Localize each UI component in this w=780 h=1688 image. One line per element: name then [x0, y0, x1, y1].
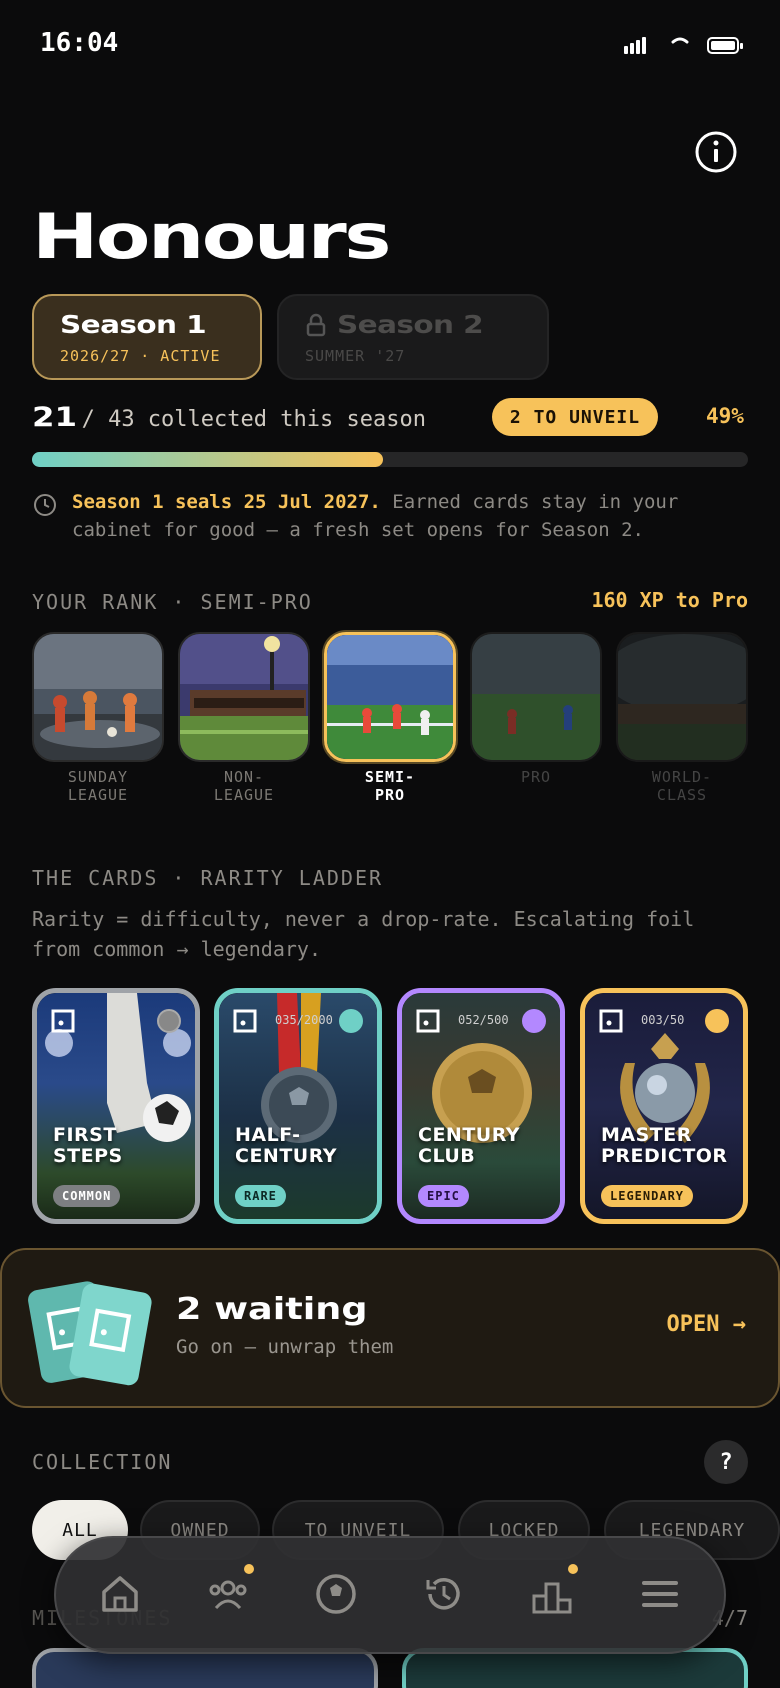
info-icon [695, 131, 737, 173]
wifi-icon [671, 37, 689, 44]
progress-summary: 21 / 43 collected this season [32, 402, 426, 433]
progress-bar [32, 452, 748, 467]
notification-dot [244, 1564, 254, 1574]
rank-tier-semi-pro[interactable] [324, 632, 456, 762]
leaderboard-icon[interactable] [528, 1570, 576, 1618]
help-button[interactable]: ? [704, 1440, 748, 1484]
rarity-badge: COMMON [53, 1185, 121, 1207]
rank-heading: YOUR RANK · SEMI-PRO [32, 590, 313, 614]
sunday-league-image [34, 634, 162, 760]
card-logo-icon [416, 1009, 440, 1033]
xp-to-next: 160 XP to Pro [591, 588, 748, 612]
card-status-dot [705, 1009, 729, 1033]
card-first-steps[interactable]: FIRST STEPS COMMON [32, 988, 200, 1224]
card-half-century[interactable]: 035/2000 HALF- CENTURY RARE [214, 988, 382, 1224]
rank-label: PRO [520, 768, 552, 786]
card-logo-icon [233, 1009, 257, 1033]
page-title: Honours [32, 200, 391, 273]
home-icon[interactable] [96, 1570, 144, 1618]
card-status-dot [157, 1009, 181, 1033]
card-logo-icon [51, 1009, 75, 1033]
season-tab-1[interactable]: Season 1 2026/27 · ACTIVE [32, 294, 262, 380]
milestone-card[interactable] [32, 1648, 378, 1688]
bottom-nav [54, 1536, 726, 1654]
card-serial: 035/2000 [275, 1013, 333, 1027]
status-icons [624, 37, 743, 54]
season-name: Season 1 [60, 310, 207, 339]
season-tab-2[interactable]: Season 2 SUMMER '27 [277, 294, 549, 380]
clock-icon [34, 494, 56, 516]
friends-icon[interactable] [204, 1570, 252, 1618]
collected-text: / 43 collected this season [81, 407, 426, 432]
world-class-image [618, 634, 746, 760]
card-title: HALF- CENTURY [235, 1124, 338, 1167]
notification-dot [568, 1564, 578, 1574]
card-serial: 052/500 [458, 1013, 509, 1027]
rank-label: SUNDAY LEAGUE [67, 768, 129, 804]
rank-tier-sunday-league[interactable] [32, 632, 164, 762]
unveil-badge[interactable]: 2 TO UNVEIL [492, 398, 658, 436]
rank-tier-non-league[interactable] [178, 632, 310, 762]
info-button[interactable] [694, 130, 738, 174]
rarity-badge: EPIC [418, 1185, 469, 1207]
status-time: 16:04 [40, 28, 119, 58]
rank-tier-world-class[interactable] [616, 632, 748, 762]
rank-label: NON- LEAGUE [213, 768, 275, 804]
card-century-club[interactable]: 052/500 CENTURY CLUB EPIC [397, 988, 565, 1224]
rank-label-current: SEMI- PRO [364, 768, 416, 804]
menu-icon[interactable] [636, 1570, 684, 1618]
rank-label: WORLD- CLASS [651, 768, 713, 804]
season-name: Season 2 [337, 310, 484, 339]
season-subtitle: SUMMER '27 [305, 347, 406, 365]
semi-pro-image [327, 635, 453, 759]
collected-count: 21 [32, 402, 78, 433]
card-title: CENTURY CLUB [418, 1124, 521, 1167]
progress-percent: 49% [706, 404, 744, 428]
rank-tier-pro[interactable] [470, 632, 602, 762]
card-logo-icon [599, 1009, 623, 1033]
collection-heading: COLLECTION [32, 1450, 173, 1474]
ball-icon[interactable] [312, 1570, 360, 1618]
card-status-dot [339, 1009, 363, 1033]
battery-icon [707, 37, 743, 54]
pro-image [472, 634, 600, 760]
card-title: FIRST STEPS [53, 1124, 123, 1167]
card-serial: 003/50 [641, 1013, 685, 1027]
lock-icon [306, 313, 326, 336]
rarity-badge: LEGENDARY [601, 1185, 694, 1207]
waiting-subtitle: Go on — unwrap them [176, 1336, 394, 1358]
notice-highlight: Season 1 seals 25 Jul 2027. [72, 491, 381, 513]
card-master-predictor[interactable]: 003/50 MASTER PREDICTOR LEGENDARY [580, 988, 748, 1224]
open-button[interactable]: OPEN → [667, 1312, 746, 1337]
cards-description: Rarity = difficulty, never a drop-rate. … [32, 907, 695, 961]
waiting-title: 2 waiting [176, 1292, 368, 1327]
rarity-badge: RARE [235, 1185, 286, 1207]
season-notice: Season 1 seals 25 Jul 2027. Earned cards… [72, 488, 732, 544]
waiting-banner[interactable]: 2 waiting Go on — unwrap them OPEN → [0, 1248, 780, 1408]
signal-icon [624, 37, 646, 54]
progress-bar-fill [32, 452, 383, 467]
card-status-dot [522, 1009, 546, 1033]
milestone-card[interactable] [402, 1648, 748, 1688]
card-title: MASTER PREDICTOR [601, 1124, 728, 1167]
card-stack-icon [28, 1281, 152, 1386]
non-league-image [180, 634, 308, 760]
history-icon[interactable] [420, 1570, 468, 1618]
cards-heading: THE CARDS · RARITY LADDER [32, 866, 384, 890]
season-subtitle: 2026/27 · ACTIVE [60, 347, 221, 365]
